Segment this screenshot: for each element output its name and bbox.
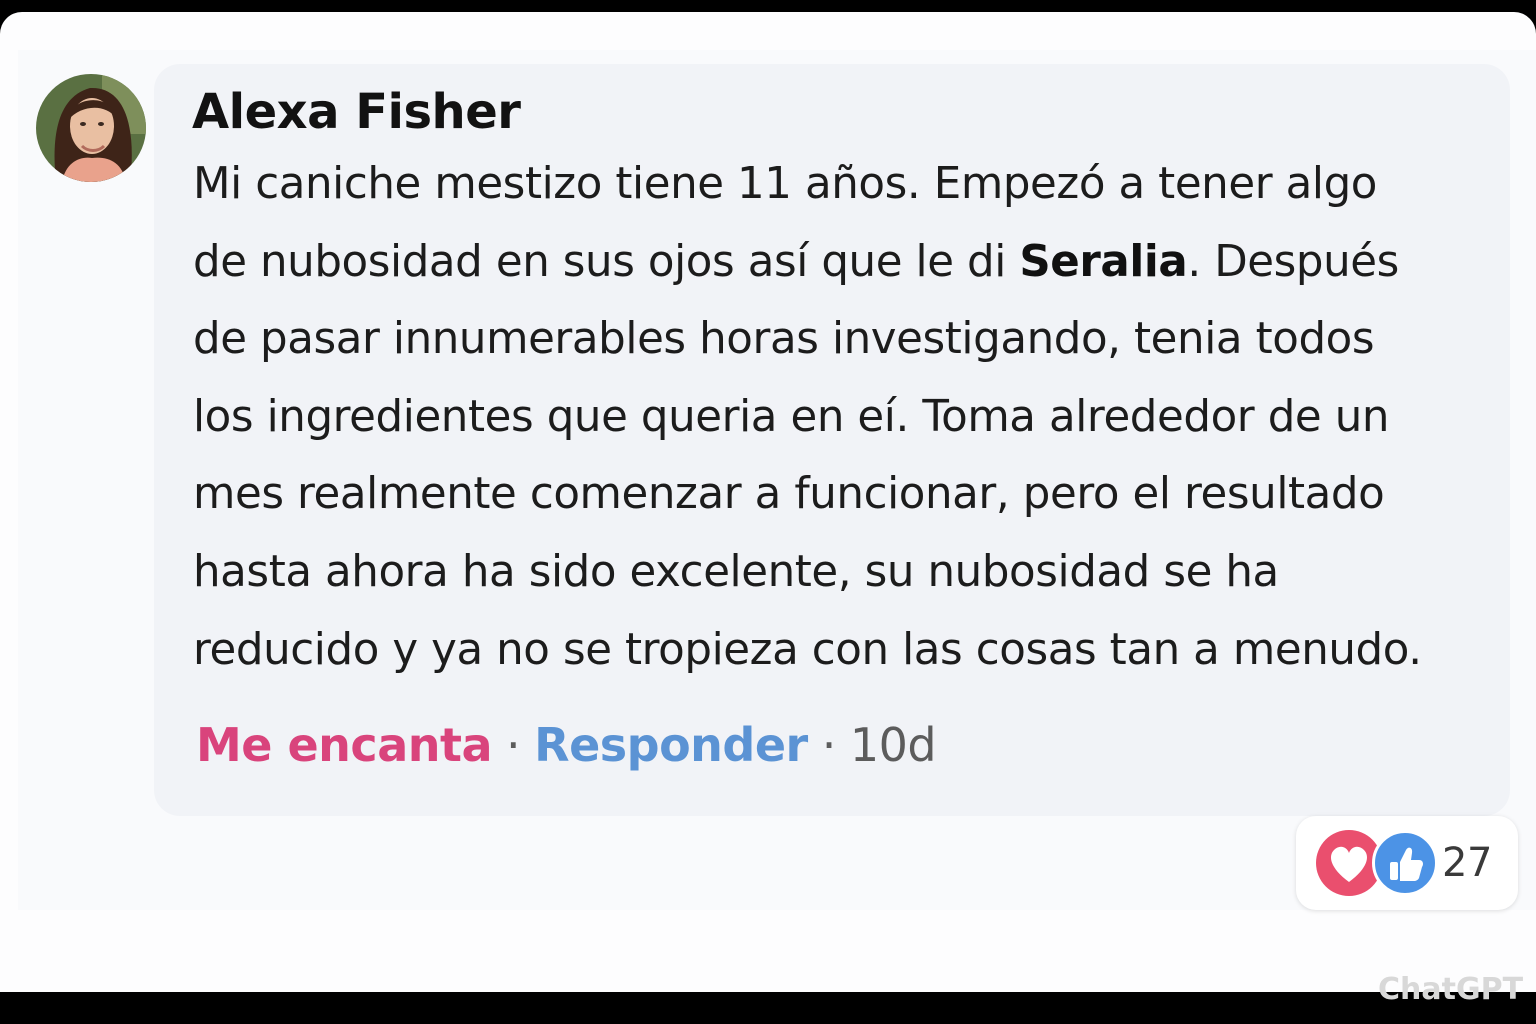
- action-separator: ·: [821, 718, 837, 772]
- comment-line: de nubosidad en sus ojos así que le di S…: [193, 224, 1503, 302]
- thumbs-up-icon: [1372, 830, 1438, 896]
- reply-button[interactable]: Responder: [534, 718, 808, 772]
- action-separator: ·: [506, 718, 521, 772]
- product-name: Seralia: [1019, 236, 1188, 287]
- comment-line-text: . Después: [1187, 236, 1399, 287]
- comment-text: Mi caniche mestizo tiene 11 años. Empezó…: [193, 146, 1503, 689]
- comment-actions: Me encanta · Responder · 10d: [196, 718, 937, 772]
- avatar-photo: [36, 74, 146, 182]
- comment-line: mes realmente comenzar a funcionar, pero…: [193, 469, 1385, 520]
- comment-timestamp[interactable]: 10d: [850, 718, 937, 772]
- comment-line-text: de nubosidad en sus ojos así que le di: [193, 236, 1020, 287]
- comment-line: de pasar innumerables horas investigando…: [193, 314, 1375, 365]
- comment-line: hasta ahora ha sido excelente, su nubosi…: [193, 546, 1279, 597]
- comment-line: reducido y ya no se tropieza con las cos…: [193, 624, 1422, 675]
- reaction-count: 27: [1442, 840, 1492, 886]
- comment-author[interactable]: Alexa Fisher: [192, 84, 521, 140]
- comment-line: los ingredientes que queria en eí. Toma …: [193, 391, 1390, 442]
- reaction-summary[interactable]: 27: [1296, 816, 1518, 910]
- avatar[interactable]: [36, 74, 146, 182]
- comment-line: Mi caniche mestizo tiene 11 años. Empezó…: [193, 159, 1377, 209]
- love-reaction-button[interactable]: Me encanta: [196, 718, 493, 772]
- watermark: ChatGPT: [1378, 972, 1524, 1007]
